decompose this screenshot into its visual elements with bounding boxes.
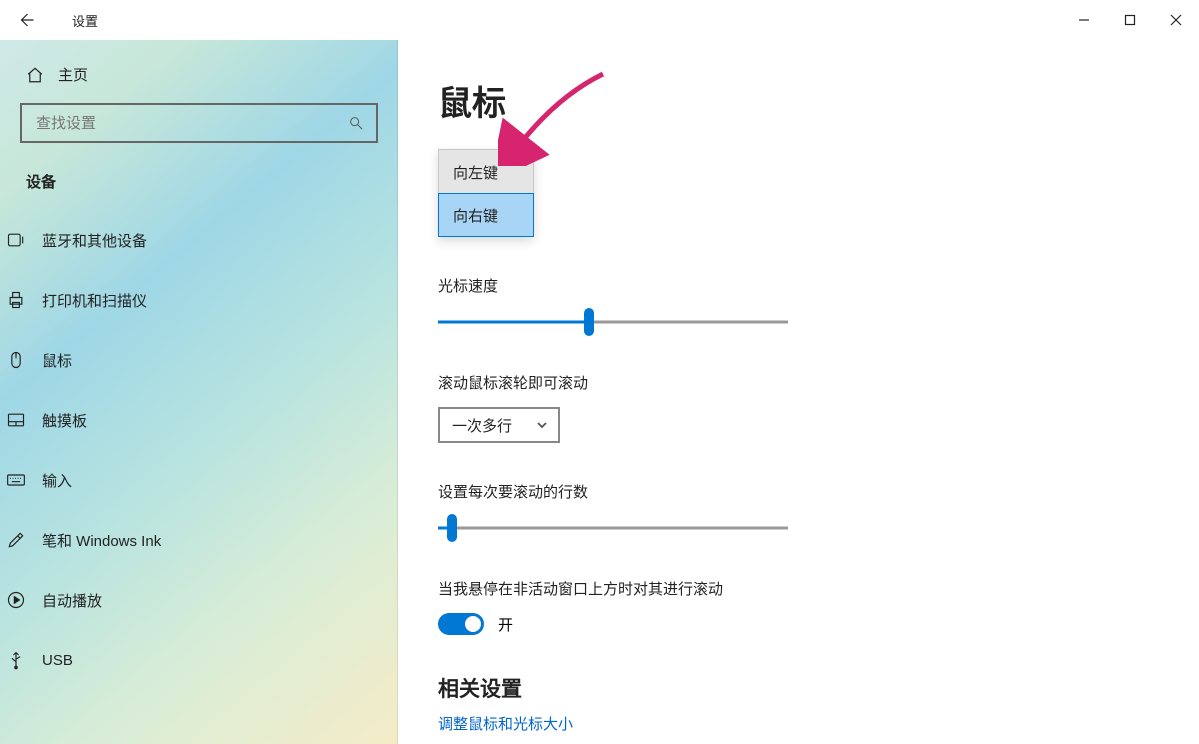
cursor-speed-section: 光标速度 — [438, 275, 1199, 334]
lines-per-scroll-section: 设置每次要滚动的行数 — [438, 481, 1199, 540]
close-button[interactable] — [1153, 4, 1199, 36]
nav-list: 蓝牙和其他设备 打印机和扫描仪 鼠标 触摸板 输入 笔和 Windows Ink — [0, 210, 398, 690]
sidebar: 主页 设备 蓝牙和其他设备 打印机和扫描仪 鼠标 触摸 — [0, 40, 398, 744]
maximize-button[interactable] — [1107, 4, 1153, 36]
bluetooth-icon — [6, 230, 26, 250]
search-icon — [348, 115, 364, 131]
content: 鼠标 向左键 向右键 光标速度 滚动鼠标滚轮即可滚动 一次多行 设置每次要滚动的… — [398, 40, 1199, 744]
dropdown-option-left[interactable]: 向左键 — [439, 150, 533, 194]
sidebar-item-usb[interactable]: USB — [0, 630, 398, 690]
usb-icon — [6, 650, 26, 670]
keyboard-icon — [6, 470, 26, 490]
home-label: 主页 — [58, 64, 88, 85]
search-input[interactable] — [36, 115, 348, 132]
touchpad-icon — [6, 410, 26, 430]
chevron-down-icon — [536, 419, 548, 431]
related-link[interactable]: 调整鼠标和光标大小 — [438, 713, 1199, 734]
sidebar-item-bluetooth[interactable]: 蓝牙和其他设备 — [0, 210, 398, 270]
window-controls — [1061, 4, 1199, 36]
sidebar-item-touchpad[interactable]: 触摸板 — [0, 390, 398, 450]
home-icon — [26, 66, 44, 84]
sidebar-item-label: 自动播放 — [42, 590, 102, 611]
sidebar-item-printers[interactable]: 打印机和扫描仪 — [0, 270, 398, 330]
titlebar: 设置 — [0, 0, 1199, 40]
dropdown-option-right[interactable]: 向右键 — [438, 193, 534, 237]
related-heading: 相关设置 — [438, 673, 1199, 703]
hover-scroll-section: 当我悬停在非活动窗口上方时对其进行滚动 开 — [438, 578, 1199, 635]
close-icon — [1170, 14, 1182, 26]
search-box[interactable] — [20, 103, 378, 143]
sidebar-item-label: 蓝牙和其他设备 — [42, 230, 147, 251]
sidebar-item-label: 鼠标 — [42, 350, 72, 371]
cursor-speed-label: 光标速度 — [438, 275, 1199, 296]
toggle-state-text: 开 — [498, 614, 513, 635]
window-title: 设置 — [72, 11, 98, 30]
sidebar-item-label: 输入 — [42, 470, 72, 491]
hover-scroll-label: 当我悬停在非活动窗口上方时对其进行滚动 — [438, 578, 1199, 599]
scroll-wheel-combo[interactable]: 一次多行 — [438, 407, 560, 443]
pen-icon — [6, 530, 26, 550]
minimize-icon — [1078, 14, 1090, 26]
page-title: 鼠标 — [438, 76, 1199, 125]
back-button[interactable] — [8, 2, 44, 38]
primary-button-dropdown[interactable]: 向左键 向右键 — [438, 149, 534, 237]
hover-scroll-toggle[interactable] — [438, 613, 484, 635]
category-header: 设备 — [26, 171, 378, 192]
autoplay-icon — [6, 590, 26, 610]
home-nav[interactable]: 主页 — [20, 50, 378, 103]
scroll-wheel-section: 滚动鼠标滚轮即可滚动 一次多行 — [438, 372, 1199, 443]
sidebar-item-label: USB — [42, 652, 73, 669]
scroll-wheel-label: 滚动鼠标滚轮即可滚动 — [438, 372, 1199, 393]
sidebar-item-autoplay[interactable]: 自动播放 — [0, 570, 398, 630]
sidebar-item-pen[interactable]: 笔和 Windows Ink — [0, 510, 398, 570]
lines-per-scroll-slider[interactable] — [438, 516, 788, 540]
printer-icon — [6, 290, 26, 310]
sidebar-item-label: 笔和 Windows Ink — [42, 530, 161, 551]
sidebar-item-label: 触摸板 — [42, 410, 87, 431]
combo-value: 一次多行 — [452, 415, 512, 436]
cursor-speed-slider[interactable] — [438, 310, 788, 334]
maximize-icon — [1124, 14, 1136, 26]
sidebar-item-mouse[interactable]: 鼠标 — [0, 330, 398, 390]
sidebar-item-typing[interactable]: 输入 — [0, 450, 398, 510]
lines-per-scroll-label: 设置每次要滚动的行数 — [438, 481, 1199, 502]
mouse-icon — [6, 350, 26, 370]
sidebar-item-label: 打印机和扫描仪 — [42, 290, 147, 311]
arrow-left-icon — [17, 11, 35, 29]
minimize-button[interactable] — [1061, 4, 1107, 36]
